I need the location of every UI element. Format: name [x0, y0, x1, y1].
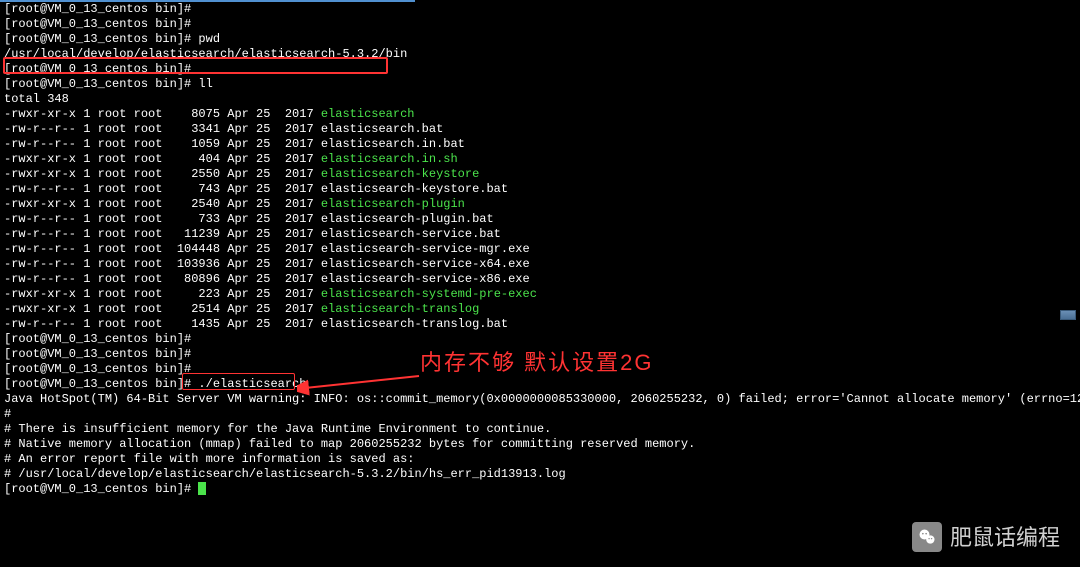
terminal-output[interactable]: [root@VM_0_13_centos bin]# [root@VM_0_13…: [0, 0, 1080, 499]
watermark: 肥鼠话编程: [912, 522, 1060, 552]
window-top-accent: [0, 0, 415, 2]
wechat-icon: [912, 522, 942, 552]
annotation-text: 内存不够 默认设置2G: [420, 355, 653, 370]
scrollbar-indicator[interactable]: [1060, 310, 1076, 320]
watermark-text: 肥鼠话编程: [950, 530, 1060, 545]
